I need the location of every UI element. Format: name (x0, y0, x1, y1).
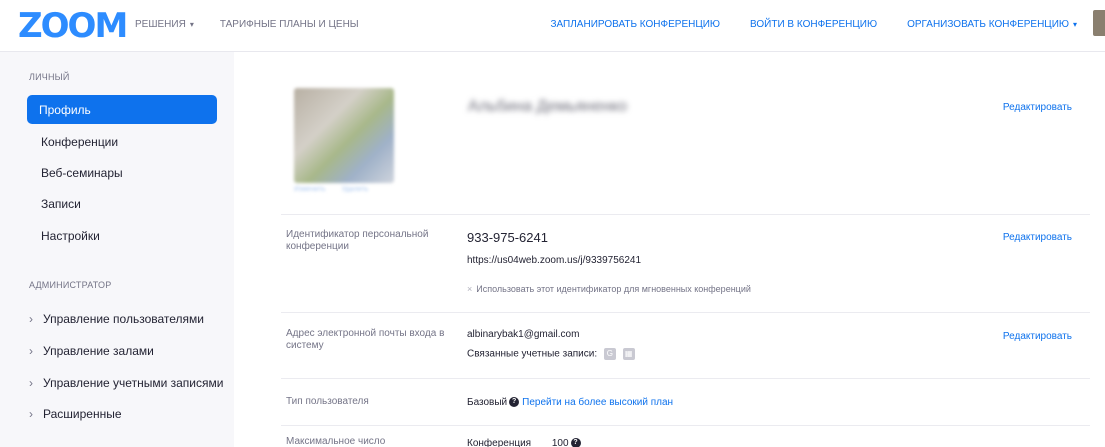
change-photo-link[interactable]: Изменить (294, 186, 326, 193)
linked-accounts: Связанные учетные записи: G ▦ (467, 348, 635, 360)
nav-plans-pricing-label: ТАРИФНЫЕ ПЛАНЫ И ЦЕНЫ (219, 19, 359, 30)
chevron-right-icon: › (29, 407, 33, 421)
nav-solutions[interactable]: РЕШЕНИЯ ▾ (135, 19, 194, 30)
upgrade-plan-link[interactable]: Перейти на более высокий план (522, 397, 673, 408)
divider (281, 425, 1090, 426)
edit-email-link[interactable]: Редактировать (1003, 331, 1072, 342)
email-value: albinarybak1@gmail.com (467, 329, 580, 340)
host-meeting-label: ОРГАНИЗОВАТЬ КОНФЕРЕНЦИЮ (907, 19, 1069, 30)
sidebar-item-label: Настройки (41, 228, 100, 243)
sidebar-item-webinars[interactable]: Веб-семинары (29, 158, 217, 187)
pmi-value: 933-975-6241 (467, 230, 548, 245)
sidebar-item-meetings[interactable]: Конференции (29, 127, 217, 156)
sidebar-item-profile[interactable]: Профиль (27, 95, 217, 124)
user-avatar[interactable] (1093, 10, 1105, 36)
capacity-label: Максимальное число (286, 436, 386, 447)
capacity-number: 100 (551, 438, 569, 447)
photo-actions: Изменить Удалить (294, 186, 368, 193)
profile-main: Изменить Удалить Альбина Демьяненко Реда… (234, 52, 1105, 447)
user-type-text: Базовый (467, 397, 508, 408)
sidebar-item-settings[interactable]: Настройки (29, 221, 217, 250)
sidebar-item-room-management[interactable]: › Управление залами (29, 344, 154, 358)
schedule-meeting-link[interactable]: ЗАПЛАНИРОВАТЬ КОНФЕРЕНЦИЮ (550, 19, 720, 30)
join-meeting-link[interactable]: ВОЙТИ В КОНФЕРЕНЦИЮ (750, 19, 877, 30)
nav-solutions-label: РЕШЕНИЯ (135, 19, 186, 30)
divider (281, 378, 1090, 379)
join-meeting-label: ВОЙТИ В КОНФЕРЕНЦИЮ (750, 19, 878, 30)
sidebar-item-label: Веб-семинары (41, 165, 123, 180)
nav-right: ЗАПЛАНИРОВАТЬ КОНФЕРЕНЦИЮ ВОЙТИ В КОНФЕР… (550, 19, 1077, 30)
user-type-label: Тип пользователя (286, 396, 369, 407)
chevron-right-icon: › (29, 312, 33, 326)
sidebar: ЛИЧНЫЙ Профиль Конференции Веб-семинары … (0, 52, 234, 447)
nav-left: РЕШЕНИЯ ▾ ТАРИФНЫЕ ПЛАНЫ И ЦЕНЫ (135, 19, 359, 30)
delete-photo-link[interactable]: Удалить (342, 186, 369, 193)
profile-name: Альбина Демьяненко (468, 98, 628, 115)
pmi-label: Идентификатор персональной конференции (286, 229, 429, 252)
sidebar-section-admin: АДМИНИСТРАТОР (29, 280, 112, 290)
sidebar-item-label: Профиль (39, 102, 91, 117)
capacity-type: Конференция (467, 438, 532, 447)
chevron-down-icon: ▾ (189, 20, 194, 29)
sidebar-item-label: Записи (41, 196, 81, 211)
edit-profile-link[interactable]: Редактировать (1003, 102, 1072, 113)
sidebar-item-recordings[interactable]: Записи (29, 189, 217, 218)
sidebar-item-account-management[interactable]: › Управление учетными записями (29, 376, 223, 390)
sidebar-item-label: Управление учетными записями (43, 376, 224, 390)
sidebar-item-user-management[interactable]: › Управление пользователями (29, 312, 204, 326)
chevron-right-icon: › (29, 344, 33, 358)
profile-photo[interactable] (294, 88, 394, 183)
divider (281, 312, 1090, 313)
sidebar-item-advanced[interactable]: › Расширенные (29, 407, 122, 421)
help-icon[interactable]: ? (570, 438, 581, 447)
top-navigation-bar: ZOOM РЕШЕНИЯ ▾ ТАРИФНЫЕ ПЛАНЫ И ЦЕНЫ ЗАП… (0, 0, 1105, 52)
user-type-value: Базовый? Перейти на более высокий план (467, 397, 673, 408)
sidebar-item-label: Расширенные (43, 407, 122, 421)
chevron-down-icon: ▾ (1072, 20, 1077, 29)
sidebar-item-label: Управление пользователями (43, 312, 204, 326)
close-icon: × (467, 284, 473, 294)
sidebar-item-label: Конференции (41, 134, 119, 149)
linked-accounts-label: Связанные учетные записи: (467, 348, 598, 360)
divider (281, 214, 1090, 215)
schedule-meeting-label: ЗАПЛАНИРОВАТЬ КОНФЕРЕНЦИЮ (550, 19, 721, 30)
pmi-instant-option-label: Использовать этот идентификатор для мгно… (476, 284, 751, 294)
pmi-instant-option[interactable]: × Использовать этот идентификатор для мгн… (467, 284, 751, 294)
chevron-right-icon: › (29, 376, 33, 390)
sidebar-section-personal: ЛИЧНЫЙ (29, 72, 70, 82)
zoom-logo[interactable]: ZOOM (18, 6, 128, 46)
sso-icon: ▦ (622, 348, 635, 360)
help-icon[interactable]: ? (509, 397, 520, 408)
host-meeting-link[interactable]: ОРГАНИЗОВАТЬ КОНФЕРЕНЦИЮ ▾ (907, 19, 1077, 30)
pmi-url[interactable]: https://us04web.zoom.us/j/9339756241 (467, 255, 641, 266)
google-icon: G (603, 348, 616, 360)
sidebar-item-label: Управление залами (43, 344, 154, 358)
email-label: Адрес электронной почты входа в систему (286, 328, 445, 351)
nav-plans-pricing[interactable]: ТАРИФНЫЕ ПЛАНЫ И ЦЕНЫ (220, 19, 359, 30)
capacity-value: Конференция 100? (467, 438, 584, 447)
edit-pmi-link[interactable]: Редактировать (1003, 232, 1072, 243)
